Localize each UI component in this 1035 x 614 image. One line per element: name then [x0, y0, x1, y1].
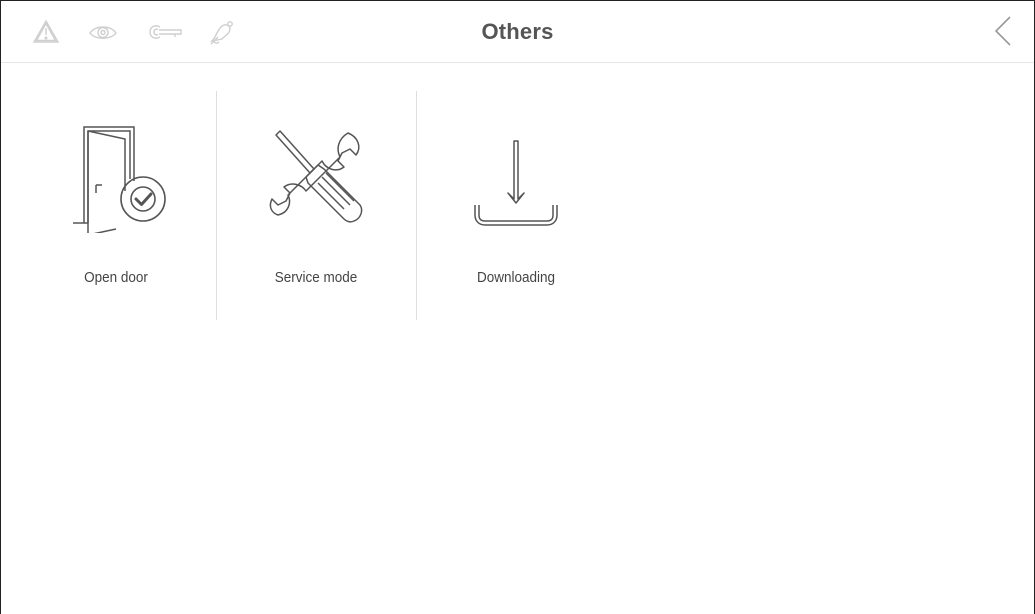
tile-label-open-door: Open door: [84, 269, 148, 286]
back-button[interactable]: [992, 15, 1016, 47]
tile-service-mode[interactable]: Service mode: [216, 91, 416, 321]
tile-downloading[interactable]: Downloading: [416, 91, 616, 321]
tile-label-downloading: Downloading: [476, 269, 556, 286]
tile-open-door[interactable]: Open door: [16, 91, 216, 321]
door-check-icon: [61, 123, 171, 238]
tile-label-service-mode: Service mode: [274, 269, 358, 286]
tools-icon: [266, 129, 366, 238]
header-bar: Others: [1, 1, 1034, 63]
download-icon: [471, 139, 561, 236]
page-title: Others: [481, 19, 554, 44]
chevron-left-icon: [994, 16, 1011, 46]
screen-frame: Others Open door Service mode Downloadin…: [0, 0, 1035, 614]
